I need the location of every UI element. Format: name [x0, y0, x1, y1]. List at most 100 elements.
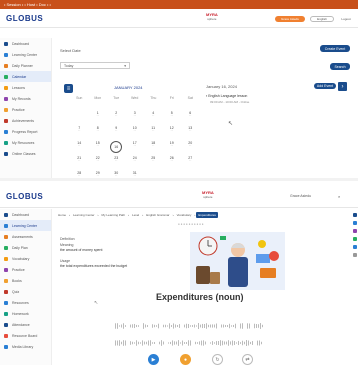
sidebar-item[interactable]: Books	[0, 275, 51, 286]
wave-bar	[144, 341, 145, 345]
calendar-day[interactable]: 31 • •	[126, 169, 145, 184]
sidebar-item[interactable]: Vocabulary	[0, 253, 51, 264]
book-tool-icon[interactable]	[352, 221, 357, 225]
sidebar-item[interactable]: Learning Center	[0, 220, 51, 231]
calendar-day[interactable]: 4 • •	[144, 109, 163, 124]
menu-icon[interactable]: ≡	[64, 84, 73, 93]
calendar-day[interactable]: 27 • •	[181, 154, 200, 169]
calendar-day[interactable]: 10 • •	[126, 124, 145, 139]
create-event-button[interactable]: Create Event	[320, 45, 350, 52]
sidebar-item[interactable]: Achievements	[0, 115, 51, 126]
compare-button[interactable]: ⇄	[242, 354, 253, 365]
calendar-day[interactable]: 18 • •	[144, 139, 163, 154]
sidebar-item[interactable]: Media Library	[0, 341, 51, 352]
browser-topbar-text: • Session • • Host • Doc • •	[4, 2, 51, 7]
chevron-right-icon[interactable]: ›	[338, 82, 347, 91]
replay-button[interactable]: ↻	[212, 354, 223, 365]
sidebar-item[interactable]: Lessons	[0, 82, 51, 93]
breadcrumb-item[interactable]: Learning Center	[71, 212, 97, 218]
language-select[interactable]: English	[310, 16, 334, 22]
app-logo[interactable]: GLOBUS	[6, 14, 43, 23]
wave-bar	[227, 325, 228, 327]
calendar-day[interactable]: 26 • •	[163, 154, 182, 169]
sidebar-item[interactable]: Progress Report	[0, 126, 51, 137]
day-dots: • •	[96, 175, 99, 177]
sidebar-item[interactable]: Learning Center	[0, 49, 51, 60]
user-pill[interactable]: Grace Asiedu	[275, 16, 305, 22]
sidebar-item[interactable]: Resource Board	[0, 330, 51, 341]
sidebar-item-icon	[4, 118, 8, 123]
calendar-day[interactable]: 9 • •	[107, 124, 126, 139]
search-button[interactable]: Search	[330, 63, 350, 70]
app-logo[interactable]: GLOBUS	[6, 192, 43, 201]
wave-bar	[212, 324, 213, 328]
sidebar-item[interactable]: Calendar	[0, 71, 51, 82]
breadcrumb-item[interactable]: Level	[130, 212, 141, 218]
note-tool-icon[interactable]	[352, 237, 357, 241]
calendar-day[interactable]: 5 • •	[163, 109, 182, 124]
expenditures-illustration	[190, 232, 285, 290]
chat-tool-icon[interactable]	[352, 245, 357, 249]
record-button[interactable]: ●	[180, 354, 191, 365]
calendar-day[interactable]: 19 • •	[163, 139, 182, 154]
calendar-day[interactable]: 21 • •	[70, 154, 89, 169]
sidebar-item[interactable]: Resources	[0, 297, 51, 308]
calendar-day[interactable]: 20 • •	[181, 139, 200, 154]
breadcrumb-item[interactable]: Vocabulary	[175, 212, 194, 218]
wave-bar	[190, 325, 191, 327]
calendar-day[interactable]: 11 • •	[144, 124, 163, 139]
calendar-day[interactable]: 25 • •	[144, 154, 163, 169]
calendar-day[interactable]: 14 • •	[70, 139, 89, 154]
breadcrumb-item[interactable]: Home	[56, 212, 68, 218]
calendar-day[interactable]: 29 • •	[89, 169, 108, 184]
calendar-day[interactable]: 28 • •	[70, 169, 89, 184]
calendar-day[interactable]: 17 • •	[126, 139, 145, 154]
breadcrumb-item[interactable]: English Grammar	[144, 212, 171, 218]
calendar-day[interactable]: 1 • •	[89, 109, 108, 124]
calendar-day[interactable]: 24 • •	[126, 154, 145, 169]
wave-bar	[184, 342, 185, 344]
calendar-day[interactable]: 3 • •	[126, 109, 145, 124]
logout-link[interactable]: Logout	[337, 16, 355, 22]
sidebar-item[interactable]: My Records	[0, 93, 51, 104]
calendar-day[interactable]: 22 • •	[89, 154, 108, 169]
sidebar-item[interactable]: Assessments	[0, 231, 51, 242]
calendar-day[interactable]: 6 • •	[181, 109, 200, 124]
sidebar-item[interactable]: Practice	[0, 104, 51, 115]
breadcrumb-item[interactable]: My Learning Path	[100, 212, 128, 218]
add-event-button[interactable]: Add Event	[314, 83, 336, 89]
sidebar-item[interactable]: Daily Planner	[0, 60, 51, 71]
audio-waveform-1	[115, 323, 263, 329]
sidebar-item[interactable]: My Resources	[0, 137, 51, 148]
calendar-day[interactable]: 13 • •	[181, 124, 200, 139]
calendar-day[interactable]: 7 • •	[70, 124, 89, 139]
calendar-day[interactable]: 15 • •	[89, 139, 108, 154]
wave-bar	[259, 340, 260, 346]
sidebar-item[interactable]: Daily Plan	[0, 242, 51, 253]
home-tool-icon[interactable]	[352, 213, 357, 217]
calendar-day[interactable]: 16	[107, 139, 126, 154]
calendar-day	[181, 169, 200, 184]
star-tool-icon[interactable]	[352, 229, 357, 233]
calendar-day[interactable]: 23 • •	[107, 154, 126, 169]
calendar-day[interactable]: 30 • •	[107, 169, 126, 184]
date-select[interactable]: Today ▾	[60, 62, 130, 69]
event-title[interactable]: ▪ English Language lesson	[206, 94, 247, 98]
sidebar-item[interactable]: Dashboard	[0, 38, 51, 49]
sidebar-item[interactable]: Practice	[0, 264, 51, 275]
calendar-day[interactable]: 8 • •	[89, 124, 108, 139]
wave-bar	[117, 323, 118, 329]
settings-tool-icon[interactable]	[352, 253, 357, 257]
sidebar-item[interactable]: Homework	[0, 308, 51, 319]
calendar-day[interactable]: 12 • •	[163, 124, 182, 139]
sidebar-item[interactable]: Dashboard	[0, 209, 51, 220]
breadcrumb-item[interactable]: Expenditures	[196, 211, 218, 218]
play-button[interactable]: ▶	[148, 354, 159, 365]
search-icon[interactable]: ⌕	[338, 194, 340, 199]
user-label[interactable]: Grace Asiedu	[290, 194, 311, 198]
calendar-day[interactable]: 2 • •	[107, 109, 126, 124]
wave-bar	[212, 341, 213, 345]
sidebar-item[interactable]: Online Classes	[0, 148, 51, 159]
sidebar-item[interactable]: Quiz	[0, 286, 51, 297]
sidebar-item[interactable]: Attendance	[0, 319, 51, 330]
